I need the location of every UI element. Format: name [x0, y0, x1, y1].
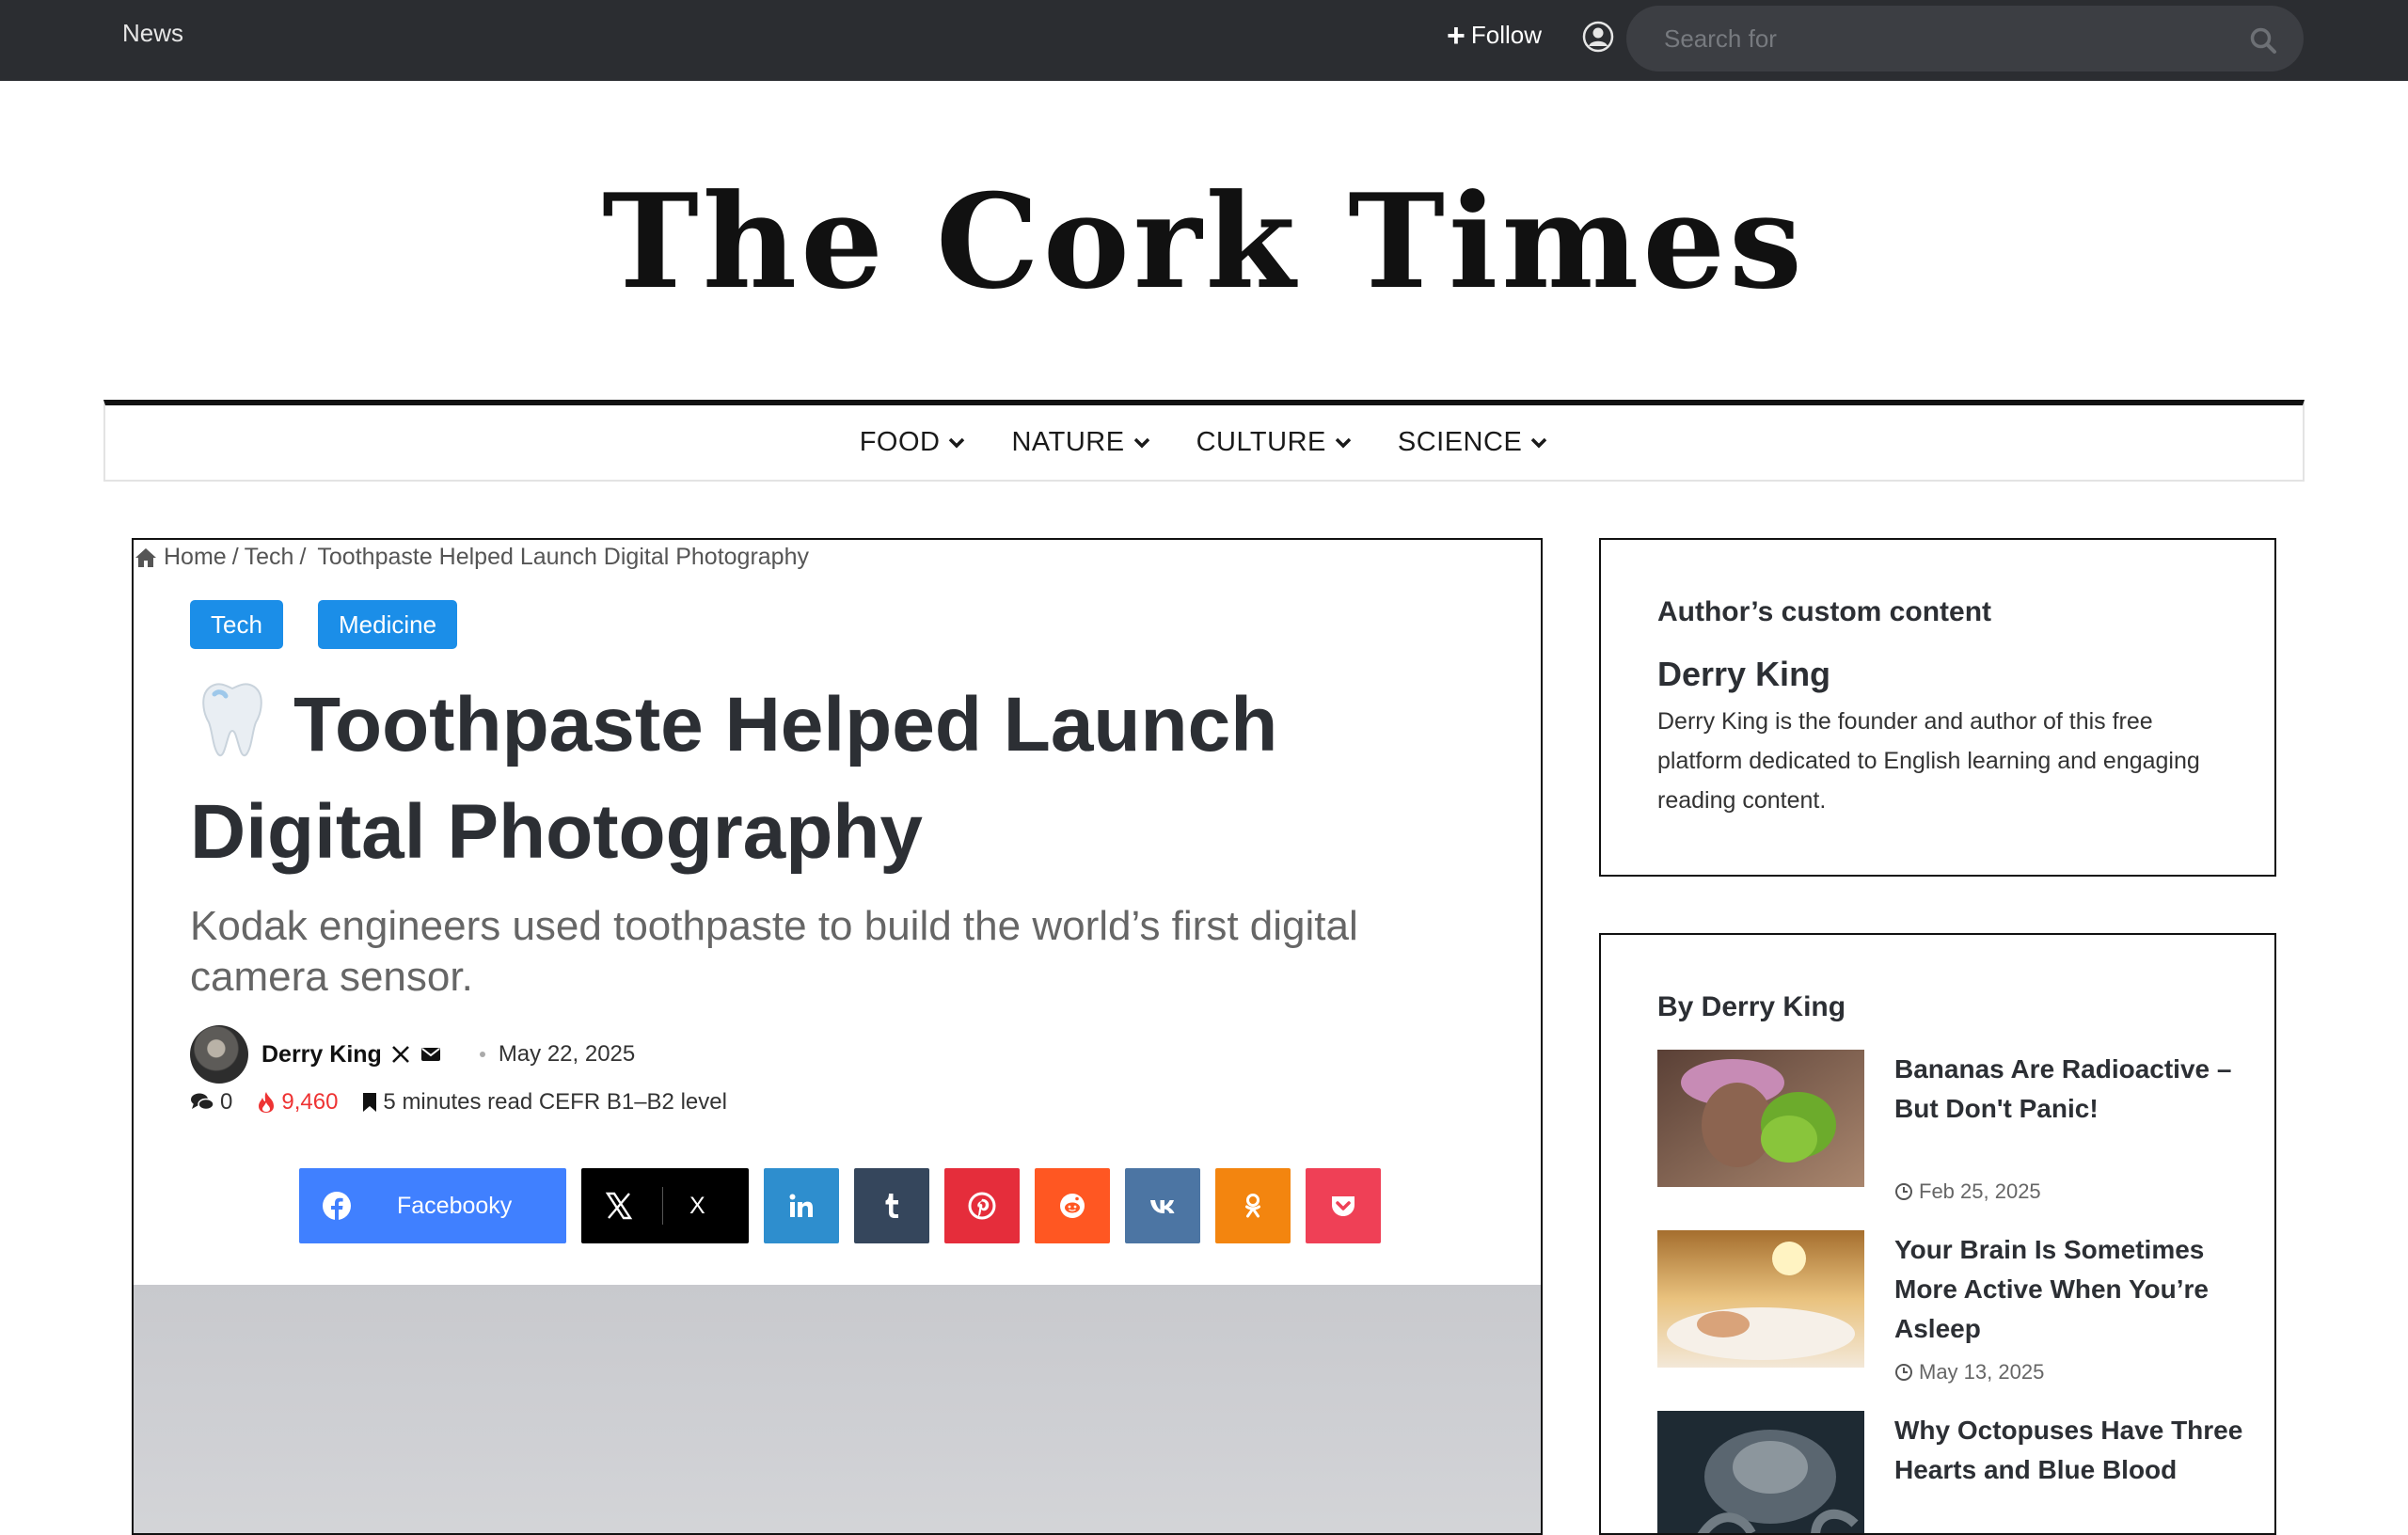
- top-news-link[interactable]: News: [122, 19, 183, 48]
- post-date-text: Feb 25, 2025: [1919, 1179, 2041, 1203]
- clock-icon: [1895, 1364, 1912, 1381]
- nav-item-food[interactable]: FOOD: [860, 427, 967, 458]
- breadcrumb-section[interactable]: Tech: [245, 544, 294, 571]
- posts-widget-title: By Derry King: [1657, 991, 1846, 1022]
- chevron-down-icon: [1531, 437, 1547, 448]
- post-thumbnail[interactable]: [1657, 1230, 1864, 1368]
- meta-separator-dot: [479, 1052, 485, 1057]
- article-card: Home / Tech / Toothpaste Helped Launch D…: [132, 538, 1543, 1535]
- article-date: May 22, 2025: [498, 1041, 636, 1067]
- bookmark-icon: [363, 1093, 377, 1112]
- plus-icon: +: [1447, 17, 1465, 54]
- pinterest-icon: [968, 1192, 996, 1220]
- read-time: 5 minutes read CEFR B1–B2 level: [383, 1089, 727, 1115]
- share-linkedin-button[interactable]: [764, 1168, 839, 1243]
- article-stats: 0 9,460 5 minutes read CEFR B1–B2 level: [190, 1089, 727, 1116]
- list-item[interactable]: Your Brain Is Sometimes More Active When…: [1657, 1230, 2241, 1390]
- share-facebook-button[interactable]: Facebooky: [299, 1168, 566, 1243]
- breadcrumb: Home / Tech / Toothpaste Helped Launch D…: [134, 544, 809, 571]
- linkedin-icon: [789, 1194, 813, 1217]
- tag-medicine[interactable]: Medicine: [318, 600, 458, 649]
- list-item[interactable]: Why Octopuses Have Three Hearts and Blue…: [1657, 1411, 2242, 1535]
- chevron-down-icon: [1335, 437, 1352, 448]
- share-divider: [662, 1187, 663, 1225]
- follow-button[interactable]: + Follow: [1447, 17, 1542, 54]
- user-account-icon[interactable]: [1582, 21, 1614, 53]
- facebook-icon: [323, 1192, 351, 1220]
- share-tumblr-button[interactable]: [854, 1168, 929, 1243]
- breadcrumb-home[interactable]: Home: [164, 544, 227, 571]
- author-posts-widget: By Derry King Bananas Are Radioactive – …: [1599, 933, 2276, 1535]
- post-date-text: May 13, 2025: [1919, 1360, 2045, 1384]
- article-hero-image: [134, 1285, 1541, 1533]
- author-widget-name: Derry King: [1657, 655, 1831, 693]
- article-meta: Derry King May 22, 2025: [190, 1025, 635, 1084]
- nav-item-science[interactable]: SCIENCE: [1398, 427, 1548, 458]
- home-icon: [135, 547, 156, 567]
- share-x-button[interactable]: X: [581, 1168, 749, 1243]
- share-facebook-label: Facebooky: [397, 1192, 513, 1219]
- author-widget-bio: Derry King is the founder and author of …: [1657, 708, 2200, 814]
- post-date: Feb 25, 2025: [1894, 1179, 2041, 1204]
- nav-item-label: NATURE: [1011, 427, 1125, 457]
- nav-item-label: CULTURE: [1196, 427, 1326, 457]
- share-pinterest-button[interactable]: [944, 1168, 1020, 1243]
- x-logo-icon[interactable]: [389, 1043, 412, 1066]
- share-x-label: X: [689, 1192, 705, 1219]
- main-nav: FOOD NATURE CULTURE SCIENCE: [103, 400, 2305, 482]
- chevron-down-icon: [949, 437, 965, 448]
- post-title[interactable]: Why Octopuses Have Three Hearts and Blue…: [1894, 1411, 2252, 1490]
- share-pocket-button[interactable]: [1306, 1168, 1381, 1243]
- search-icon[interactable]: [2249, 26, 2277, 55]
- nav-item-culture[interactable]: CULTURE: [1196, 427, 1353, 458]
- post-date: May 13, 2025: [1894, 1360, 2044, 1385]
- search-input[interactable]: [1664, 19, 2228, 58]
- nav-item-label: SCIENCE: [1397, 427, 1523, 457]
- author-avatar[interactable]: [190, 1025, 248, 1084]
- post-title[interactable]: Bananas Are Radioactive – But Don't Pani…: [1894, 1050, 2252, 1129]
- author-name[interactable]: Derry King: [261, 1041, 382, 1068]
- post-thumbnail[interactable]: [1657, 1050, 1864, 1187]
- post-thumbnail[interactable]: [1657, 1411, 1864, 1535]
- site-logo[interactable]: The Cork Times: [0, 165, 2408, 318]
- article-title-text: Toothpaste Helped Launch Digital Photogr…: [190, 682, 1278, 875]
- list-item[interactable]: Bananas Are Radioactive – But Don't Pani…: [1657, 1050, 2241, 1210]
- article-title: Toothpaste Helped Launch Digital Photogr…: [190, 672, 1488, 886]
- share-vk-button[interactable]: [1125, 1168, 1200, 1243]
- author-widget-title: Author’s custom content: [1657, 596, 1992, 627]
- pocket-icon: [1332, 1196, 1354, 1216]
- tumblr-icon: [885, 1194, 898, 1218]
- author-widget: Author’s custom content Derry King Derry…: [1599, 538, 2276, 877]
- nav-item-nature[interactable]: NATURE: [1011, 427, 1150, 458]
- fire-icon: [259, 1092, 275, 1113]
- chevron-down-icon: [1133, 437, 1149, 448]
- share-buttons: Facebooky X: [299, 1168, 1381, 1243]
- comments-icon[interactable]: [190, 1092, 214, 1113]
- reddit-icon: [1060, 1194, 1085, 1218]
- envelope-icon[interactable]: [420, 1043, 442, 1066]
- share-reddit-button[interactable]: [1035, 1168, 1110, 1243]
- follow-label: Follow: [1470, 21, 1542, 49]
- article-subtitle: Kodak engineers used toothpaste to build…: [190, 903, 1358, 1000]
- odnoklassniki-icon: [1245, 1194, 1260, 1218]
- tooth-icon: [202, 683, 262, 757]
- top-bar: News + Follow: [0, 0, 2408, 81]
- search-box: [1626, 6, 2304, 71]
- comments-count[interactable]: 0: [220, 1089, 232, 1116]
- clock-icon: [1895, 1183, 1912, 1200]
- views-count: 9,460: [281, 1089, 339, 1115]
- share-odnoklassniki-button[interactable]: [1215, 1168, 1291, 1243]
- vk-icon: [1150, 1200, 1175, 1213]
- breadcrumb-current: Toothpaste Helped Launch Digital Photogr…: [317, 544, 809, 570]
- breadcrumb-separator: /: [231, 544, 239, 570]
- breadcrumb-separator: /: [299, 544, 307, 570]
- nav-item-label: FOOD: [859, 427, 941, 457]
- tag-tech[interactable]: Tech: [190, 600, 283, 649]
- x-logo-icon: [605, 1192, 633, 1220]
- post-title[interactable]: Your Brain Is Sometimes More Active When…: [1894, 1230, 2252, 1349]
